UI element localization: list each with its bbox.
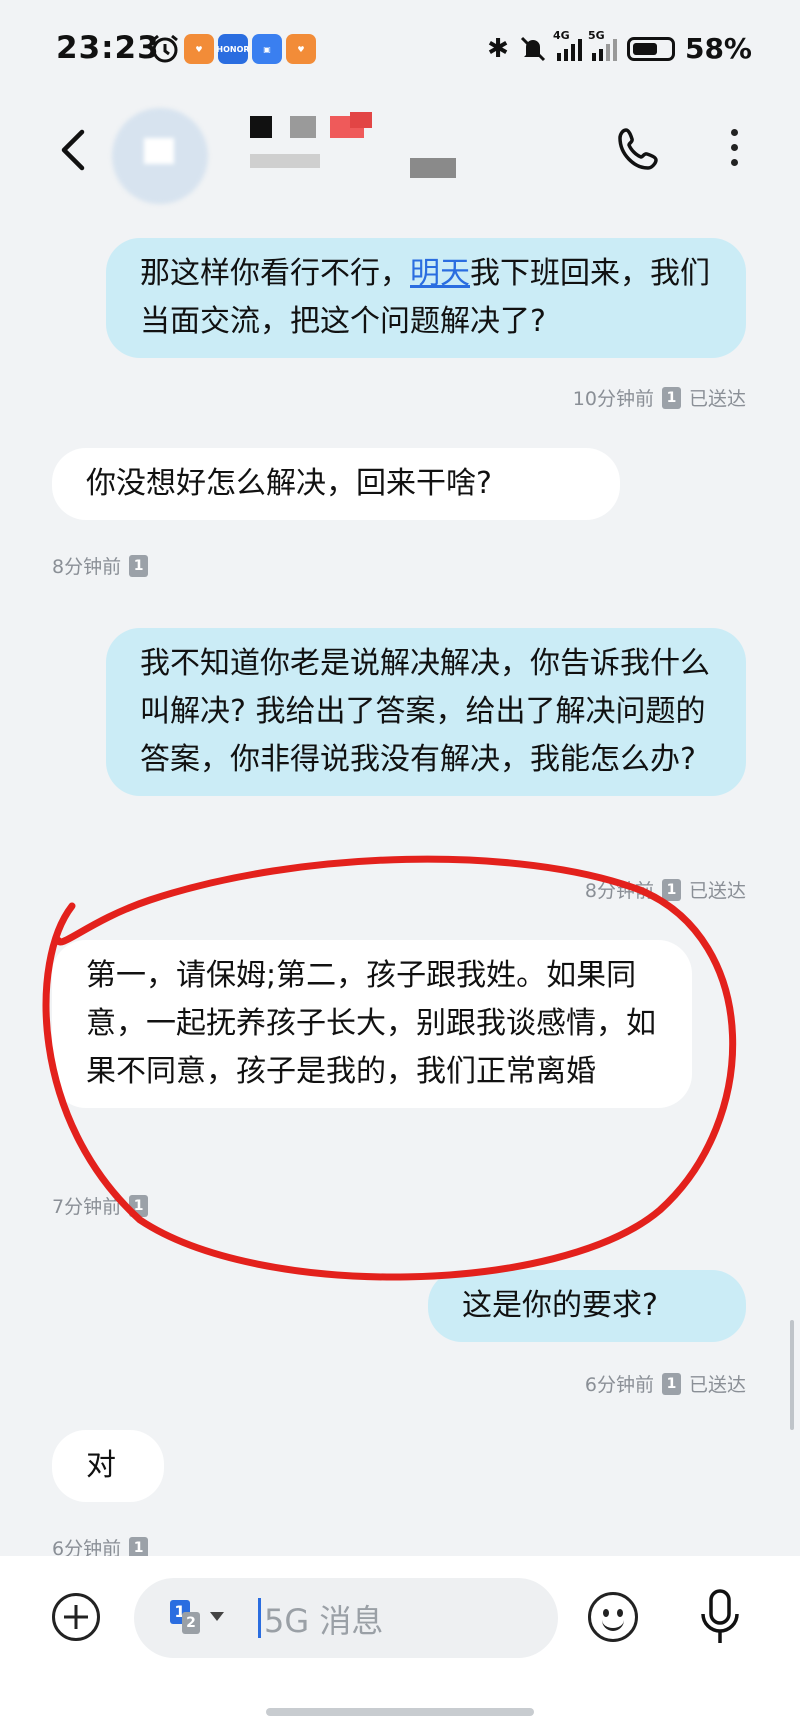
message-meta: 10分钟前 1 已送达 xyxy=(572,386,746,410)
composer-bar: 1 2 5G 消息 xyxy=(0,1556,800,1732)
sim-selector[interactable]: 1 2 xyxy=(170,1596,230,1640)
message-bubble-incoming-highlighted[interactable]: 第一，请保姆;第二，孩子跟我姓。如果同意，一起抚养孩子长大，别跟我谈感情，如果不… xyxy=(52,940,692,1108)
message-input[interactable]: 1 2 5G 消息 xyxy=(134,1578,558,1658)
status-bar: 23:23 ♥ HONOR ▣ ♥ ✱ 4G 5G 58% xyxy=(0,0,800,100)
microphone-icon[interactable] xyxy=(698,1588,742,1646)
dropdown-arrow-icon xyxy=(210,1612,224,1621)
avatar[interactable] xyxy=(112,108,208,204)
plus-circle-icon[interactable] xyxy=(52,1593,100,1641)
message-bubble-incoming[interactable]: 对 xyxy=(52,1430,164,1502)
sim-icon: 1 xyxy=(129,1194,149,1217)
date-link[interactable]: 明天 xyxy=(410,256,470,291)
clock: 23:23 xyxy=(56,30,160,66)
sim-icon: 1 xyxy=(129,554,149,577)
more-vertical-icon[interactable] xyxy=(724,124,744,176)
text-cursor xyxy=(258,1598,261,1638)
sim-icon: 1 xyxy=(661,878,681,901)
message-meta: 6分钟前 1 已送达 xyxy=(584,1372,746,1396)
message-bubble-outgoing[interactable]: 这是你的要求? xyxy=(428,1270,746,1342)
phone-icon[interactable] xyxy=(612,124,664,176)
message-bubble-incoming[interactable]: 你没想好怎么解决，回来干啥? xyxy=(52,448,620,520)
message-bubble-outgoing[interactable]: 那这样你看行不行，明天我下班回来，我们当面交流，把这个问题解决了? xyxy=(106,238,746,358)
signal-4g-icon: 4G xyxy=(553,29,582,61)
message-meta: 8分钟前 1 已送达 xyxy=(584,878,746,902)
status-right: ✱ 4G 5G 58% xyxy=(487,29,752,66)
signal-5g-icon: 5G xyxy=(588,29,617,61)
sim-2-icon: 2 xyxy=(182,1612,200,1634)
home-indicator[interactable] xyxy=(266,1708,534,1716)
emoji-icon[interactable] xyxy=(588,1592,638,1642)
alarm-icon xyxy=(152,34,178,63)
sim-icon: 1 xyxy=(661,1372,681,1395)
contact-name-redacted xyxy=(250,112,456,178)
battery-icon xyxy=(626,36,675,61)
scrollbar[interactable] xyxy=(790,1320,794,1430)
mute-icon xyxy=(520,36,546,61)
sim-icon: 1 xyxy=(661,386,681,409)
message-bubble-outgoing[interactable]: 我不知道你老是说解决解决，你告诉我什么叫解决? 我给出了答案，给出了解决问题的答… xyxy=(106,628,746,796)
battery-percent: 58% xyxy=(684,32,752,65)
honor-app-icon: ♥ xyxy=(184,34,214,64)
bluetooth-icon: ✱ xyxy=(487,33,509,64)
message-meta: 7分钟前 1 xyxy=(52,1192,149,1219)
honor-app-icon: ♥ xyxy=(286,34,316,64)
conversation-header xyxy=(0,100,800,210)
message-meta: 8分钟前 1 xyxy=(52,552,149,579)
honor-icon: HONOR xyxy=(216,34,250,64)
chevron-left-icon[interactable] xyxy=(48,124,100,176)
app-market-icon: ▣ xyxy=(252,34,282,64)
input-placeholder: 5G 消息 xyxy=(264,1602,384,1640)
